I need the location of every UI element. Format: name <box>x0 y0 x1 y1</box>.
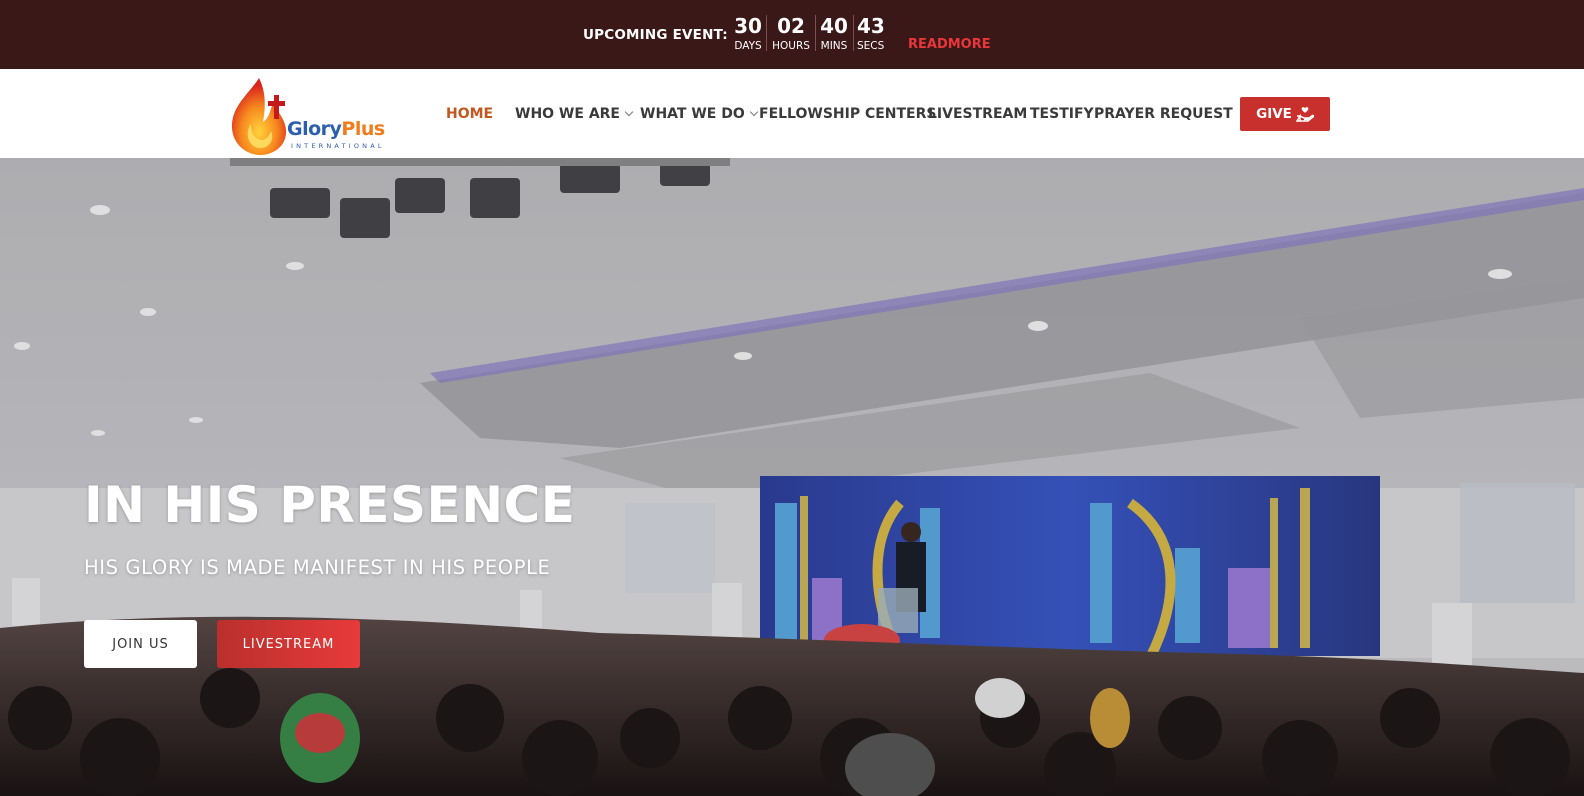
give-button[interactable]: GIVE <box>1240 97 1330 131</box>
countdown-secs-label: SECS <box>857 40 885 52</box>
countdown-hours-value: 02 <box>777 14 805 38</box>
chevron-down-icon <box>624 107 634 117</box>
countdown-days-value: 30 <box>734 14 762 38</box>
event-label: UPCOMING EVENT: <box>583 27 728 43</box>
hand-heart-icon <box>1295 107 1314 122</box>
nav-what-we-do[interactable]: WHAT WE DO <box>640 106 758 122</box>
nav-testify-label: TESTIFY <box>1030 106 1094 122</box>
nav-livestream[interactable]: LIVESTREAM <box>928 106 1027 122</box>
event-bar: UPCOMING EVENT: 30 DAYS 02 HOURS 40 MINS… <box>0 0 1584 69</box>
countdown-hours-label: HOURS <box>772 40 810 52</box>
countdown-mins: 40 MINS <box>819 14 849 53</box>
countdown-days-label: DAYS <box>734 40 762 52</box>
logo-name-part1: Glory <box>287 118 342 140</box>
give-button-label: GIVE <box>1256 106 1292 122</box>
join-us-label: JOIN US <box>112 636 169 652</box>
countdown-divider <box>766 15 767 51</box>
hero-banner: IN HIS PRESENCE HIS GLORY IS MADE MANIFE… <box>0 158 1584 796</box>
countdown-mins-value: 40 <box>820 14 848 38</box>
nav-prayer-request[interactable]: PRAYER REQUEST <box>1094 106 1233 122</box>
countdown-days: 30 DAYS <box>734 14 762 53</box>
countdown-divider <box>815 15 816 51</box>
countdown-mins-label: MINS <box>820 40 848 52</box>
countdown-secs: 43 SECS <box>857 14 885 53</box>
countdown-hours: 02 HOURS <box>771 14 811 53</box>
site-logo[interactable]: GloryPlus INTERNATIONAL <box>229 76 404 156</box>
chevron-down-icon <box>749 107 758 117</box>
countdown-divider <box>853 15 854 51</box>
logo-wordmark: GloryPlus <box>287 118 385 140</box>
nav-who-we-are-label: WHO WE ARE <box>515 106 620 122</box>
nav-livestream-label: LIVESTREAM <box>928 106 1028 122</box>
nav-prayer-request-label: PRAYER REQUEST <box>1094 106 1233 122</box>
hero-subtitle: HIS GLORY IS MADE MANIFEST IN HIS PEOPLE <box>84 556 551 579</box>
logo-name-part2: Plus <box>341 118 385 140</box>
site-header: GloryPlus INTERNATIONAL HOME WHO WE ARE … <box>0 69 1584 158</box>
nav-fellowship-centers[interactable]: FELLOWSHIP CENTERS <box>759 106 937 122</box>
hero-title: IN HIS PRESENCE <box>84 476 576 534</box>
nav-who-we-are[interactable]: WHO WE ARE <box>515 106 634 122</box>
join-us-button[interactable]: JOIN US <box>84 620 197 668</box>
livestream-button-label: LIVESTREAM <box>242 636 335 652</box>
nav-fellowship-centers-label: FELLOWSHIP CENTERS <box>759 106 937 122</box>
nav-home-label: HOME <box>446 106 494 122</box>
nav-what-we-do-label: WHAT WE DO <box>640 106 745 122</box>
countdown-secs-value: 43 <box>857 14 885 38</box>
logo-tagline: INTERNATIONAL <box>291 142 385 150</box>
nav-home[interactable]: HOME <box>446 106 493 122</box>
readmore-link[interactable]: READMORE <box>908 37 991 52</box>
nav-testify[interactable]: TESTIFY <box>1030 106 1094 122</box>
livestream-button[interactable]: LIVESTREAM <box>217 620 360 668</box>
